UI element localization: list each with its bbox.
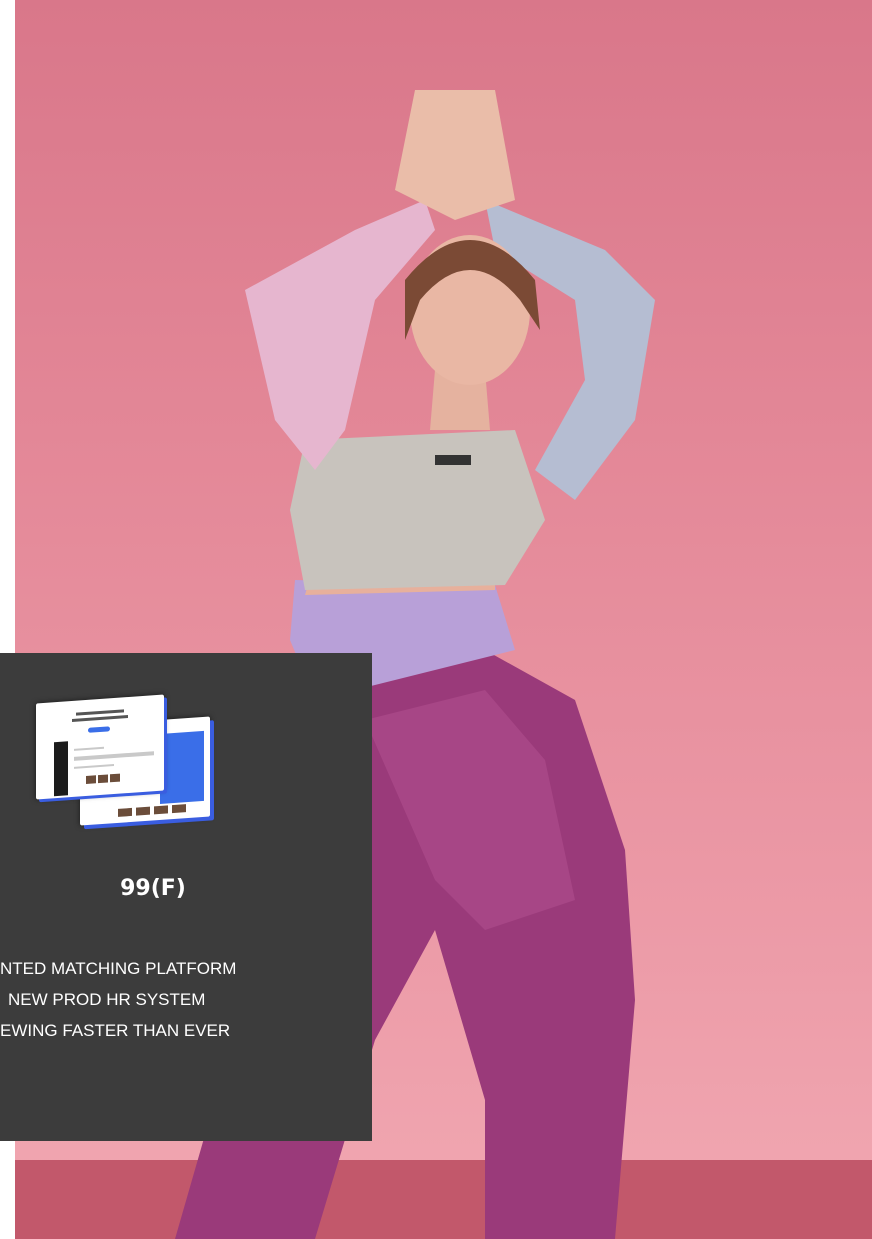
page: 99(F) NTED MATCHING PLATFORM NEW PROD HR… bbox=[0, 0, 872, 1239]
card-line-1: NTED MATCHING PLATFORM bbox=[0, 959, 237, 978]
project-thumbnail bbox=[36, 691, 218, 831]
card-description: NTED MATCHING PLATFORM NEW PROD HR SYSTE… bbox=[0, 953, 372, 1046]
thumbnail-front-screen bbox=[36, 694, 164, 800]
project-card[interactable]: 99(F) NTED MATCHING PLATFORM NEW PROD HR… bbox=[0, 653, 372, 1141]
card-line-3: EWING FASTER THAN EVER bbox=[0, 1021, 231, 1040]
card-line-2: NEW PROD HR SYSTEM bbox=[8, 990, 206, 1009]
card-title: 99(F) bbox=[120, 876, 186, 901]
